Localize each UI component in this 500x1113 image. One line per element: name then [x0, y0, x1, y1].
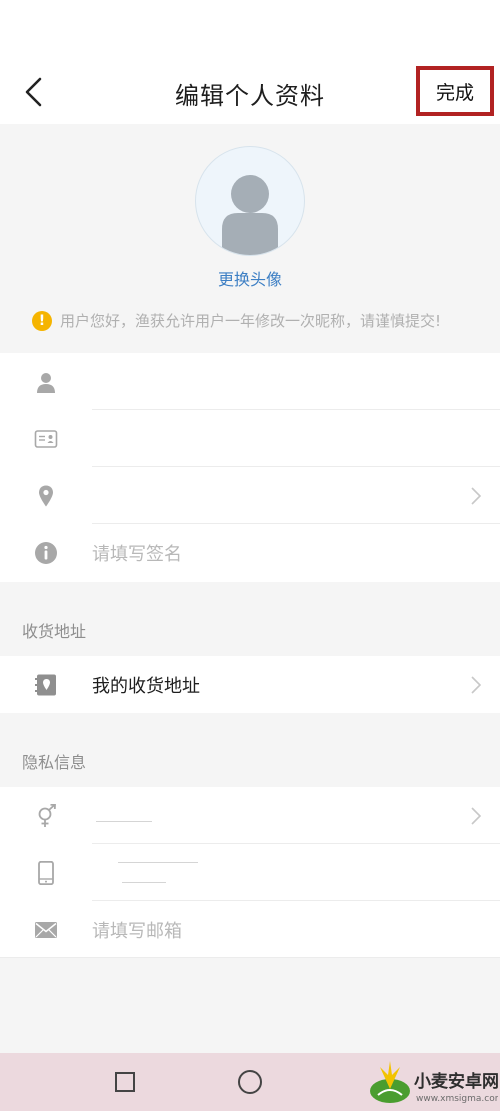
info-icon: [35, 542, 57, 564]
svg-text:小麦安卓网: 小麦安卓网: [414, 1071, 498, 1092]
privacy-section-header: 隐私信息: [0, 713, 500, 787]
chevron-right-icon: [471, 807, 482, 825]
signature-input: 请填写签名: [92, 544, 182, 565]
shipping-section-header: 收货地址: [0, 582, 500, 656]
mail-icon: [35, 922, 57, 938]
change-avatar-link[interactable]: 更换头像: [0, 266, 500, 290]
list-item-id[interactable]: [0, 410, 500, 467]
notice-text: 用户您好，渔获允许用户一年修改一次昵称，请谨慎提交!: [60, 312, 442, 330]
list-item-phone[interactable]: [0, 844, 500, 901]
done-button[interactable]: 完成: [416, 66, 494, 116]
basic-info-list: 请填写签名: [0, 353, 500, 581]
list-item-gender[interactable]: [0, 787, 500, 844]
address-book-icon: [35, 674, 56, 696]
empty-area: [0, 958, 500, 1053]
email-input: 请填写邮箱: [92, 921, 182, 942]
system-nav-bar: 小麦安卓网 www.xmsigma.com: [0, 1053, 500, 1111]
status-bar: [0, 0, 500, 60]
list-item-location[interactable]: [0, 467, 500, 524]
recent-apps-button[interactable]: [114, 1071, 136, 1097]
warning-icon: !: [32, 310, 52, 331]
list-item-nickname[interactable]: [0, 353, 500, 410]
header: 编辑个人资料 完成: [0, 60, 500, 124]
list-item-signature[interactable]: 请填写签名: [0, 524, 500, 581]
home-button[interactable]: [237, 1069, 263, 1099]
privacy-list: 请填写邮箱: [0, 787, 500, 958]
chevron-right-icon: [471, 487, 482, 505]
shipping-section-title: 收货地址: [22, 622, 87, 641]
shipping-address-label: 我的收货地址: [92, 676, 200, 697]
square-icon: [115, 1072, 135, 1092]
phone-icon: [38, 861, 54, 885]
list-item-email[interactable]: 请填写邮箱: [0, 901, 500, 958]
default-avatar-icon: [222, 175, 278, 255]
id-card-icon: [34, 430, 58, 448]
nickname-notice: ! 用户您好，渔获允许用户一年修改一次昵称，请谨慎提交!: [32, 310, 441, 331]
gender-icon: [38, 804, 56, 827]
circle-icon: [238, 1070, 262, 1094]
svg-text:www.xmsigma.com: www.xmsigma.com: [416, 1094, 498, 1104]
person-icon: [37, 373, 55, 393]
shipping-list: 我的收货地址: [0, 656, 500, 713]
watermark-logo: 小麦安卓网 www.xmsigma.com: [364, 1055, 500, 1109]
privacy-section-title: 隐私信息: [22, 753, 87, 772]
list-item-shipping-address[interactable]: 我的收货地址: [0, 656, 500, 713]
watermark-logo-image: 小麦安卓网 www.xmsigma.com: [370, 1061, 500, 1104]
chevron-right-icon: [471, 676, 482, 694]
location-pin-icon: [39, 485, 53, 507]
avatar[interactable]: [195, 146, 305, 256]
profile-section: 更换头像 ! 用户您好，渔获允许用户一年修改一次昵称，请谨慎提交!: [0, 124, 500, 353]
